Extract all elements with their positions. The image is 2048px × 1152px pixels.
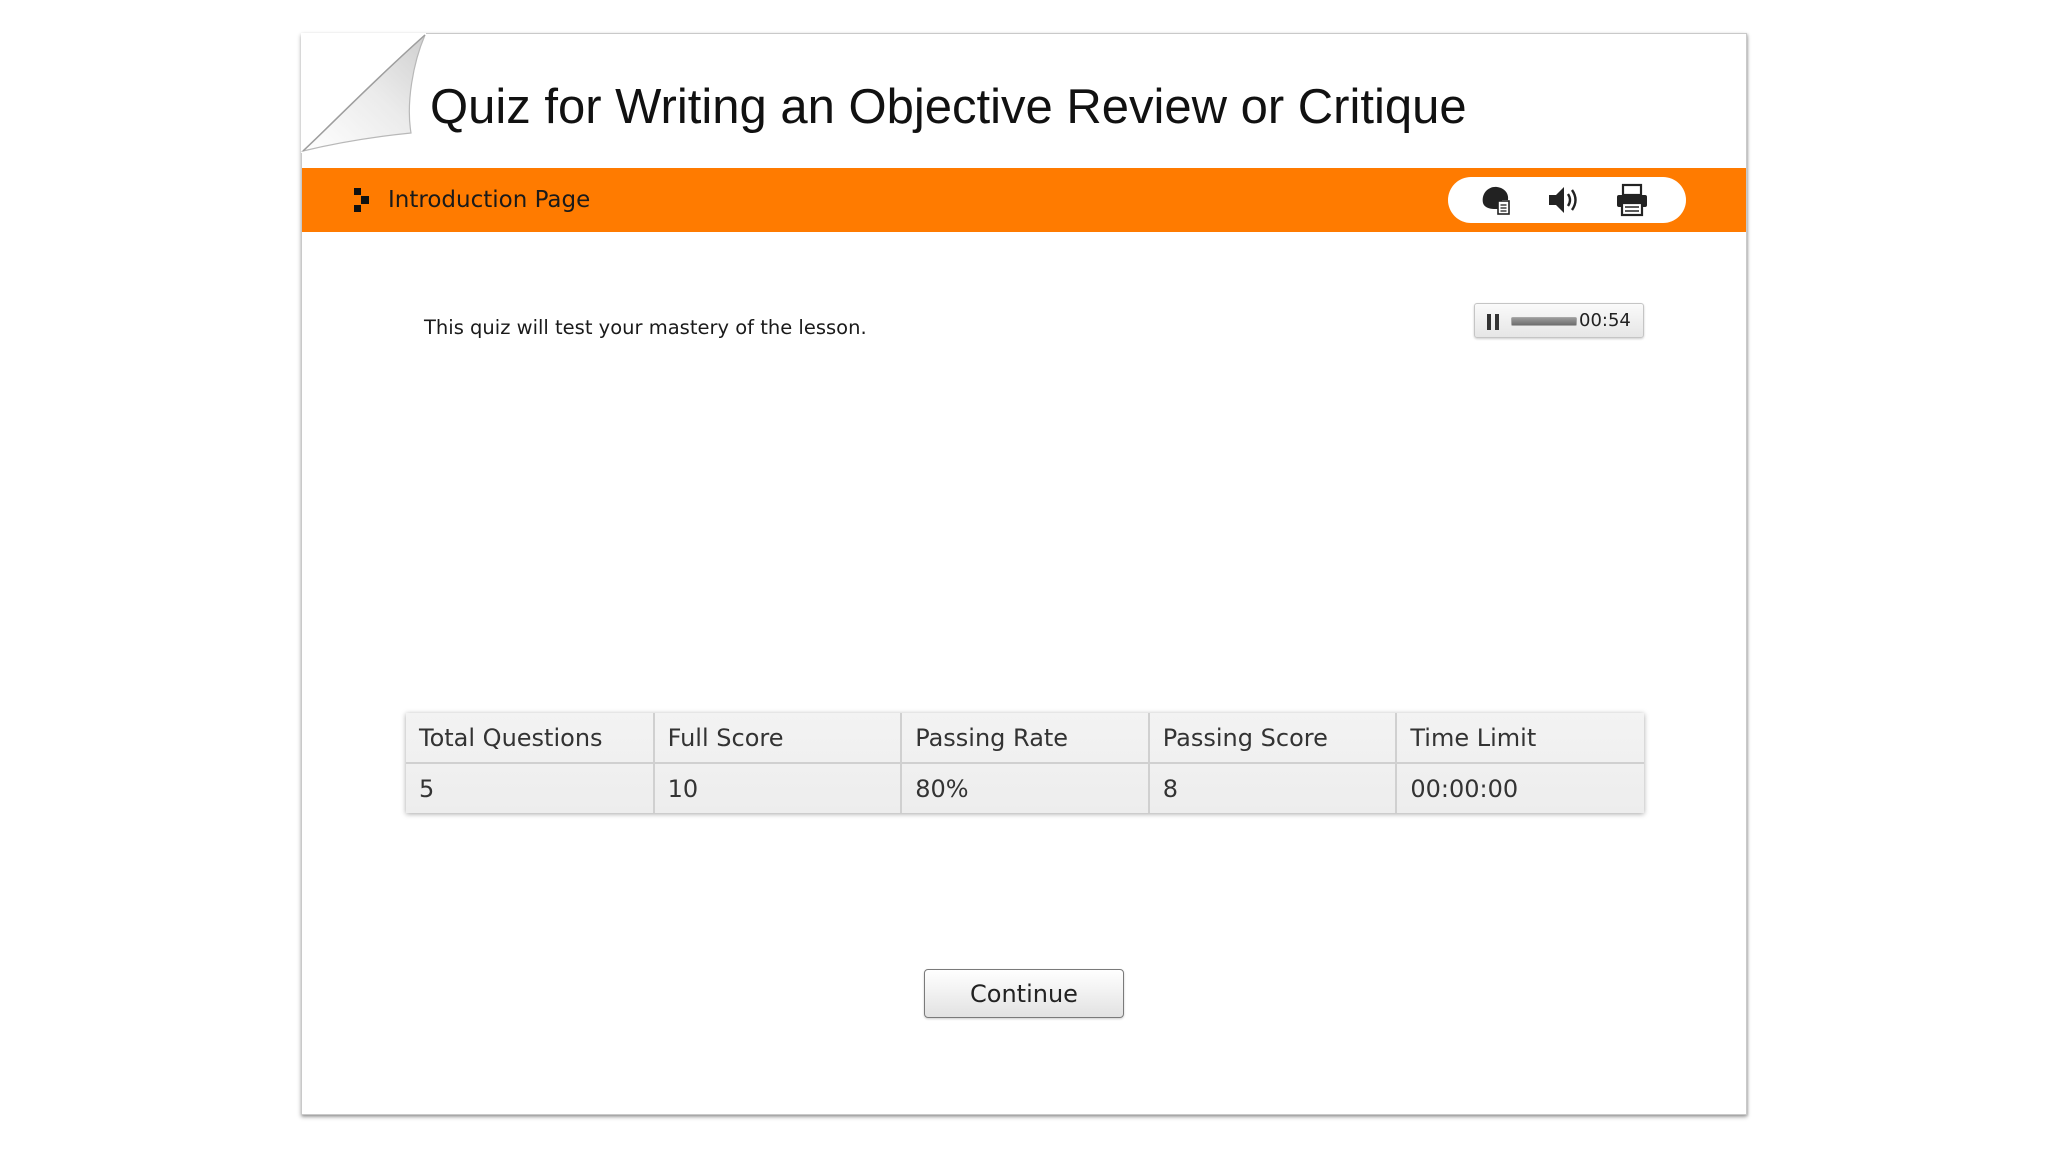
header-passing-score: Passing Score	[1148, 713, 1398, 764]
intro-text: This quiz will test your mastery of the …	[424, 316, 867, 339]
pause-icon[interactable]	[1485, 313, 1501, 331]
value-full-score: 10	[653, 763, 903, 813]
audio-time: 00:54	[1579, 310, 1631, 331]
quiz-title: Quiz for Writing an Objective Review or …	[430, 80, 1467, 134]
audio-progress-bar[interactable]	[1511, 317, 1577, 326]
print-icon[interactable]	[1613, 181, 1651, 219]
audio-icon[interactable]	[1545, 181, 1583, 219]
value-passing-rate: 80%	[901, 763, 1150, 813]
audio-progress-fill	[1512, 318, 1576, 325]
page-label: Introduction Page	[388, 187, 591, 213]
value-passing-score: 8	[1148, 763, 1398, 813]
page-bullet-icon	[354, 188, 369, 212]
value-time-limit: 00:00:00	[1410, 774, 1519, 803]
audio-player: 00:54	[1474, 303, 1644, 338]
header-passing-rate: Passing Rate	[901, 713, 1150, 764]
page-curl-decoration	[301, 33, 426, 153]
help-icon[interactable]	[1477, 181, 1515, 219]
stats-header-row: Total Questions Full Score Passing Rate …	[406, 713, 1644, 764]
header-full-score: Full Score	[653, 713, 903, 764]
header-total-questions: Total Questions	[406, 713, 655, 764]
stats-value-row: 5 10 80% 8 00:00:00	[406, 763, 1644, 813]
quiz-stats-table: Total Questions Full Score Passing Rate …	[406, 713, 1644, 813]
continue-button[interactable]: Continue	[924, 969, 1124, 1018]
header-time-limit: Time Limit	[1396, 713, 1644, 764]
value-total-questions: 5	[406, 763, 655, 813]
